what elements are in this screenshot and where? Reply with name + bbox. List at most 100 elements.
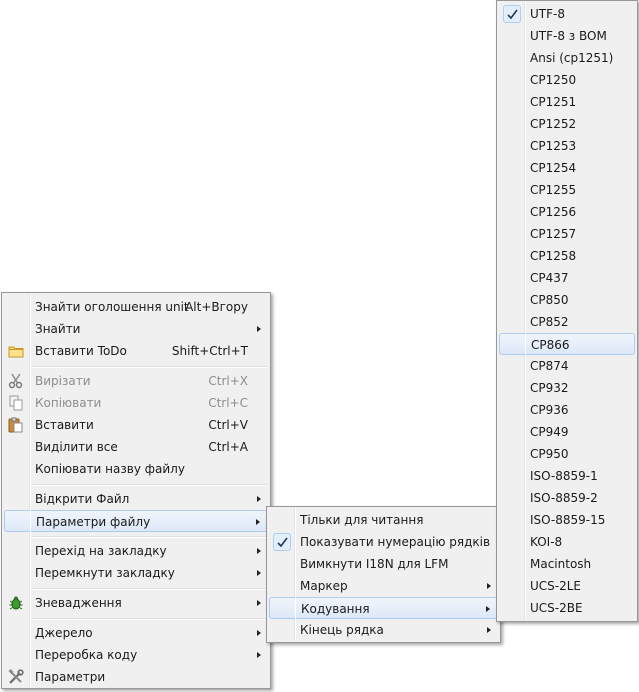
menu-item-label: ISO-8859-2: [530, 491, 598, 505]
menu-item-toggle-bookmark[interactable]: Перемкнути закладку: [4, 562, 268, 584]
encoding-item-cp437[interactable]: CP437: [499, 267, 635, 289]
menu-item-insert-todo[interactable]: Вставити ToDo Shift+Ctrl+T: [4, 340, 268, 362]
menu-item-label: Переробка коду: [35, 648, 138, 662]
menu-item-label: Джерело: [35, 626, 93, 640]
encoding-item-cp874[interactable]: CP874: [499, 355, 635, 377]
encoding-item-ucs-2le[interactable]: UCS-2LE: [499, 575, 635, 597]
encoding-item-utf-8-bom[interactable]: UTF-8 з BOM: [499, 25, 635, 47]
menu-item-encoding[interactable]: Кодування: [269, 597, 498, 619]
menu-item-settings[interactable]: Параметри: [4, 666, 268, 688]
menu-item-marker[interactable]: Маркер: [269, 575, 498, 597]
menu-item-refactoring[interactable]: Переробка коду: [4, 644, 268, 666]
menu-item-paste[interactable]: Вставити Ctrl+V: [4, 414, 268, 436]
tools-icon: [8, 669, 24, 685]
menu-item-shortcut: Ctrl+V: [208, 418, 248, 432]
menu-item-label: Вставити: [35, 418, 94, 432]
checkmark-icon: [503, 5, 521, 23]
menu-item-label: Тільки для читання: [300, 513, 424, 527]
menu-item-debug[interactable]: Зневадження: [4, 592, 268, 614]
encoding-item-cp1257[interactable]: CP1257: [499, 223, 635, 245]
menu-item-find-unit-declaration[interactable]: Знайти оголошення unit Alt+Вгору: [4, 296, 268, 318]
menu-item-label: Macintosh: [530, 557, 592, 571]
menu-item-label: Перехід на закладку: [35, 544, 167, 558]
menu-item-shortcut: Ctrl+X: [208, 374, 248, 388]
menu-item-label: CP866: [531, 338, 570, 352]
submenu-arrow-icon: [487, 627, 491, 633]
encoding-item-cp1253[interactable]: CP1253: [499, 135, 635, 157]
encoding-item-cp936[interactable]: CP936: [499, 399, 635, 421]
menu-item-label: Кодування: [301, 602, 370, 616]
menu-item-label: Копіювати: [35, 396, 102, 410]
encoding-item-cp950[interactable]: CP950: [499, 443, 635, 465]
menu-item-label: CP1256: [530, 205, 577, 219]
encoding-item-iso-8859-1[interactable]: ISO-8859-1: [499, 465, 635, 487]
menu-item-shortcut: Ctrl+A: [208, 440, 248, 454]
menu-item-cut[interactable]: Вирізати Ctrl+X: [4, 370, 268, 392]
menu-item-label: Параметри файлу: [36, 515, 151, 529]
encoding-item-cp1252[interactable]: CP1252: [499, 113, 635, 135]
menu-item-label: UTF-8: [530, 7, 565, 21]
encoding-item-macintosh[interactable]: Macintosh: [499, 553, 635, 575]
submenu-arrow-icon: [257, 326, 261, 332]
menu-item-label: Копіювати назву файлу: [35, 462, 185, 476]
menu-separator: [31, 536, 267, 538]
encoding-item-iso-8859-2[interactable]: ISO-8859-2: [499, 487, 635, 509]
menu-item-select-all[interactable]: Виділити все Ctrl+A: [4, 436, 268, 458]
menu-item-label: UCS-2LE: [530, 579, 582, 593]
encoding-item-ansi-cp1251[interactable]: Ansi (cp1251): [499, 47, 635, 69]
encoding-item-koi-8[interactable]: KOI-8: [499, 531, 635, 553]
submenu-arrow-icon: [257, 600, 261, 606]
menu-separator: [31, 618, 267, 620]
menu-item-show-line-numbers[interactable]: Показувати нумерацію рядків: [269, 531, 498, 553]
encoding-item-cp1258[interactable]: CP1258: [499, 245, 635, 267]
file-settings-submenu: Тільки для читання Показувати нумерацію …: [266, 506, 501, 643]
submenu-arrow-icon: [256, 519, 260, 525]
menu-item-label: Перемкнути закладку: [35, 566, 175, 580]
menu-item-label: UCS-2BE: [530, 601, 583, 615]
encoding-item-cp1250[interactable]: CP1250: [499, 69, 635, 91]
submenu-arrow-icon: [257, 548, 261, 554]
menu-item-read-only[interactable]: Тільки для читання: [269, 509, 498, 531]
menu-item-line-ending[interactable]: Кінець рядка: [269, 619, 498, 641]
menu-item-find[interactable]: Знайти: [4, 318, 268, 340]
encoding-item-cp1255[interactable]: CP1255: [499, 179, 635, 201]
menu-item-label: CP852: [530, 315, 569, 329]
menu-item-shortcut: Shift+Ctrl+T: [171, 344, 248, 358]
menu-item-label: CP949: [530, 425, 569, 439]
encoding-item-cp852[interactable]: CP852: [499, 311, 635, 333]
menu-item-label: ISO-8859-15: [530, 513, 606, 527]
encoding-item-cp949[interactable]: CP949: [499, 421, 635, 443]
encoding-item-ucs-2be[interactable]: UCS-2BE: [499, 597, 635, 619]
menu-item-source[interactable]: Джерело: [4, 622, 268, 644]
encoding-item-iso-8859-15[interactable]: ISO-8859-15: [499, 509, 635, 531]
menu-item-copy-filename[interactable]: Копіювати назву файлу: [4, 458, 268, 480]
copy-icon: [8, 395, 24, 411]
paste-clipboard-icon: [8, 417, 24, 433]
menu-item-label: ISO-8859-1: [530, 469, 598, 483]
menu-item-open-file[interactable]: Відкрити Файл: [4, 488, 268, 510]
submenu-arrow-icon: [257, 652, 261, 658]
menu-item-goto-bookmark[interactable]: Перехід на закладку: [4, 540, 268, 562]
encoding-item-cp850[interactable]: CP850: [499, 289, 635, 311]
menu-item-label: CP437: [530, 271, 569, 285]
encoding-item-cp1251[interactable]: CP1251: [499, 91, 635, 113]
menu-item-copy[interactable]: Копіювати Ctrl+C: [4, 392, 268, 414]
menu-item-label: CP932: [530, 381, 569, 395]
submenu-arrow-icon: [257, 630, 261, 636]
encoding-item-utf-8[interactable]: UTF-8: [499, 3, 635, 25]
editor-context-menu: Знайти оголошення unit Alt+Вгору Знайти …: [1, 292, 271, 689]
menu-item-label: CP1250: [530, 73, 577, 87]
menu-item-label: Маркер: [300, 579, 348, 593]
menu-item-label: KOI-8: [530, 535, 563, 549]
encoding-item-cp932[interactable]: CP932: [499, 377, 635, 399]
menu-item-disable-i18n-lfm[interactable]: Вимкнути I18N для LFM: [269, 553, 498, 575]
encoding-item-cp1256[interactable]: CP1256: [499, 201, 635, 223]
submenu-arrow-icon: [257, 496, 261, 502]
menu-item-label: CP1257: [530, 227, 577, 241]
encoding-item-cp1254[interactable]: CP1254: [499, 157, 635, 179]
menu-item-label: Вимкнути I18N для LFM: [300, 557, 449, 571]
menu-item-label: Зневадження: [35, 596, 122, 610]
encoding-item-cp866[interactable]: CP866: [499, 333, 635, 355]
menu-item-file-settings[interactable]: Параметри файлу: [4, 510, 268, 532]
menu-item-label: Показувати нумерацію рядків: [300, 535, 491, 549]
